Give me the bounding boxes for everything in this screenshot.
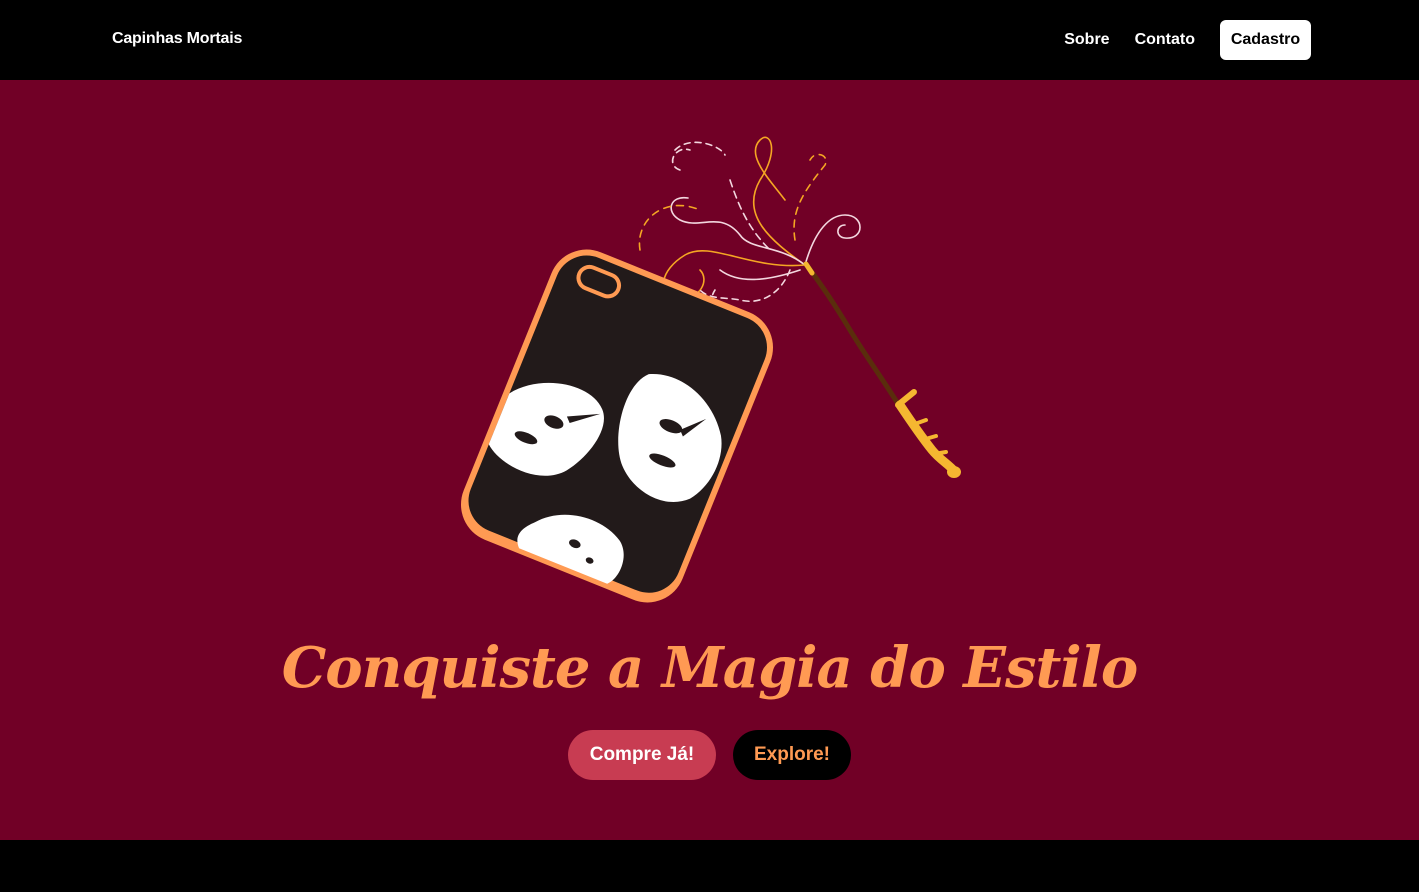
magic-wand-icon: [803, 261, 961, 478]
compre-ja-button[interactable]: Compre Já!: [568, 730, 716, 780]
brand-logo-text[interactable]: Capinhas Mortais: [112, 30, 242, 48]
hero-headline: Conquiste a Magia do Estilo: [281, 635, 1139, 701]
nav-link-contato[interactable]: Contato: [1135, 31, 1195, 49]
hero-cta-row: Compre Já! Explore!: [0, 730, 1419, 780]
nav-link-sobre[interactable]: Sobre: [1064, 31, 1109, 49]
nav-links: Sobre Contato Cadastro: [1064, 20, 1311, 60]
phone-case-icon: [460, 249, 774, 603]
hero-section: Conquiste a Magia do Estilo Compre Já! E…: [0, 80, 1419, 840]
hero-illustration: [460, 136, 961, 603]
navbar: Capinhas Mortais Sobre Contato Cadastro: [0, 0, 1419, 80]
cadastro-button[interactable]: Cadastro: [1220, 20, 1311, 60]
explore-button[interactable]: Explore!: [733, 730, 851, 780]
footer-band: [0, 840, 1419, 892]
